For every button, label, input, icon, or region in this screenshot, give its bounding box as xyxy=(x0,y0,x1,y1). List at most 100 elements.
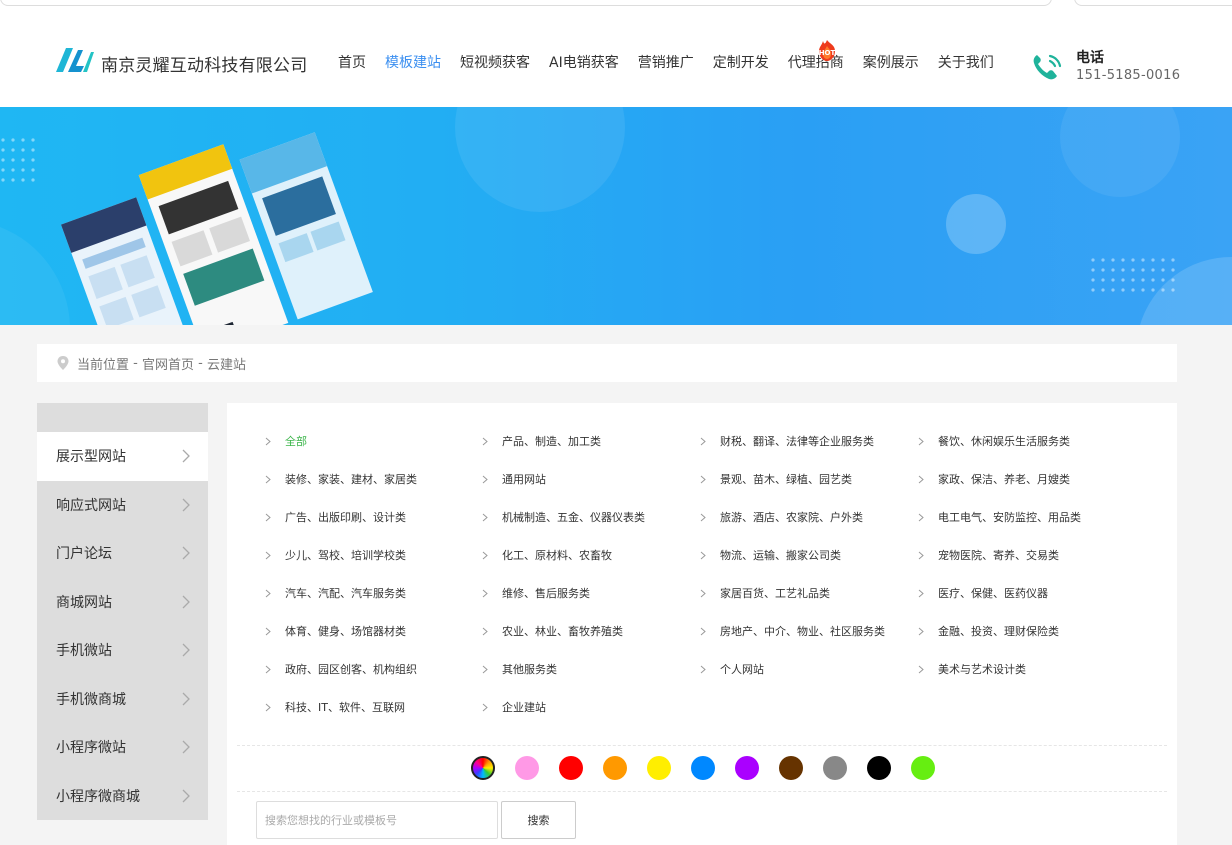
template-filter-panel: 全部 产品、制造、加工类 财税、翻译、法律等企业服务类 餐饮、休闲娱乐生活服务类装修、… xyxy=(227,403,1177,845)
category-filter-item[interactable]: 科技、IT、软件、互联网 xyxy=(265,688,482,726)
category-filter-item[interactable]: 政府、园区创客、机构组织 xyxy=(265,650,482,688)
chevron-right-icon xyxy=(700,589,706,597)
category-label: 美术与艺术设计类 xyxy=(938,663,1026,676)
breadcrumb-home-link[interactable]: 官网首页 xyxy=(142,354,194,373)
nav-custom-dev[interactable]: 定制开发 xyxy=(713,52,769,72)
category-filter-item[interactable]: 旅游、酒店、农家院、户外类 xyxy=(700,498,918,536)
color-swatch-blue[interactable] xyxy=(691,756,715,780)
category-label: 医疗、保健、医药仪器 xyxy=(938,587,1048,600)
category-filter-item[interactable]: 机械制造、五金、仪器仪表类 xyxy=(482,498,700,536)
breadcrumb-separator: - xyxy=(194,355,207,371)
category-filter-item[interactable]: 企业建站 xyxy=(482,688,700,726)
sidebar-item-miniprogram-mall[interactable]: 小程序微商城 xyxy=(37,771,208,820)
chevron-right-icon xyxy=(700,665,706,673)
category-filter-item[interactable]: 少儿、驾校、培训学校类 xyxy=(265,536,482,574)
sidebar-item-miniprogram-site[interactable]: 小程序微站 xyxy=(37,723,208,772)
chevron-right-icon xyxy=(182,546,190,560)
category-filter-item[interactable]: 电工电气、安防监控、用品类 xyxy=(918,498,1145,536)
address-bar xyxy=(0,0,1052,6)
color-swatch-orange[interactable] xyxy=(603,756,627,780)
chevron-right-icon xyxy=(918,627,924,635)
category-filter-item[interactable]: 物流、运输、搬家公司类 xyxy=(700,536,918,574)
category-label: 企业建站 xyxy=(502,701,546,714)
color-swatch-yellow[interactable] xyxy=(647,756,671,780)
category-filter-item[interactable]: 景观、苗木、绿植、园艺类 xyxy=(700,460,918,498)
chevron-right-icon xyxy=(700,627,706,635)
category-filter-item[interactable]: 全部 xyxy=(265,422,482,460)
hot-badge-icon: HOT xyxy=(819,40,836,61)
chevron-right-icon xyxy=(918,589,924,597)
color-swatch-brown[interactable] xyxy=(779,756,803,780)
category-filter-item[interactable]: 其他服务类 xyxy=(482,650,700,688)
category-label: 其他服务类 xyxy=(502,663,557,676)
category-label: 宠物医院、寄养、交易类 xyxy=(938,549,1059,562)
color-swatch-green[interactable] xyxy=(911,756,935,780)
category-filter-item[interactable]: 财税、翻译、法律等企业服务类 xyxy=(700,422,918,460)
sidebar-item-responsive-site[interactable]: 响应式网站 xyxy=(37,480,208,529)
color-swatch-red[interactable] xyxy=(559,756,583,780)
sidebar-item-mobile-micro-mall[interactable]: 手机微商城 xyxy=(37,674,208,723)
color-filter-row xyxy=(471,756,955,780)
category-filter-item[interactable]: 宠物医院、寄养、交易类 xyxy=(918,536,1145,574)
category-filter-item[interactable]: 产品、制造、加工类 xyxy=(482,422,700,460)
color-swatch-gray[interactable] xyxy=(823,756,847,780)
category-label: 维修、售后服务类 xyxy=(502,587,590,600)
category-filter-item[interactable]: 体育、健身、场馆器材类 xyxy=(265,612,482,650)
location-pin-icon xyxy=(57,356,69,370)
breadcrumb-current: 云建站 xyxy=(206,357,246,373)
chevron-right-icon xyxy=(482,475,488,483)
site-header: 南京灵耀互动科技有限公司 首页 模板建站 短视频获客 AI电销获客 营销推广 定… xyxy=(0,8,1232,107)
breadcrumb: 当前位置 - 官网首页 - 云建站 xyxy=(37,344,1177,382)
category-filter-item[interactable]: 美术与艺术设计类 xyxy=(918,650,1145,688)
chevron-right-icon xyxy=(482,589,488,597)
category-filter-item[interactable]: 化工、原材料、农畜牧 xyxy=(482,536,700,574)
category-filter-item[interactable]: 维修、售后服务类 xyxy=(482,574,700,612)
category-label: 农业、林业、畜牧养殖类 xyxy=(502,625,623,638)
category-filter-item[interactable]: 个人网站 xyxy=(700,650,918,688)
color-swatch-pink[interactable] xyxy=(515,756,539,780)
chevron-right-icon xyxy=(482,437,488,445)
color-swatch-purple[interactable] xyxy=(735,756,759,780)
chevron-right-icon xyxy=(265,551,271,559)
category-filter-item[interactable]: 装修、家装、建材、家居类 xyxy=(265,460,482,498)
sidebar-item-label: 门户论坛 xyxy=(56,546,112,563)
category-filter-item[interactable]: 农业、林业、畜牧养殖类 xyxy=(482,612,700,650)
chevron-right-icon xyxy=(182,595,190,609)
chevron-right-icon xyxy=(182,449,190,463)
chevron-right-icon xyxy=(918,475,924,483)
category-label: 汽车、汽配、汽车服务类 xyxy=(285,587,406,600)
category-filter-item[interactable]: 家居百货、工艺礼品类 xyxy=(700,574,918,612)
sidebar-item-mall-site[interactable]: 商城网站 xyxy=(37,577,208,626)
category-sidebar: 展示型网站 响应式网站 门户论坛 商城网站 手机微站 手机微商城 小程序微站 小… xyxy=(37,403,208,820)
category-filter-item[interactable]: 汽车、汽配、汽车服务类 xyxy=(265,574,482,612)
chevron-right-icon xyxy=(482,703,488,711)
category-filter-item[interactable]: 房地产、中介、物业、社区服务类 xyxy=(700,612,918,650)
search-input[interactable] xyxy=(256,801,498,839)
color-swatch-black[interactable] xyxy=(867,756,891,780)
sidebar-item-mobile-microsite[interactable]: 手机微站 xyxy=(37,626,208,675)
phone-number[interactable]: 151-5185-0016 xyxy=(1076,68,1180,83)
category-filter-item[interactable]: 通用网站 xyxy=(482,460,700,498)
sidebar-item-showcase-site[interactable]: 展示型网站 xyxy=(37,432,208,481)
company-name[interactable]: 南京灵耀互动科技有限公司 xyxy=(101,51,307,76)
banner-illustration xyxy=(0,107,1232,325)
nav-about[interactable]: 关于我们 xyxy=(938,52,994,72)
category-filter-item[interactable]: 家政、保洁、养老、月嫂类 xyxy=(918,460,1145,498)
nav-home[interactable]: 首页 xyxy=(338,52,366,72)
category-label: 电工电气、安防监控、用品类 xyxy=(938,511,1081,524)
nav-cases[interactable]: 案例展示 xyxy=(863,52,919,72)
category-label: 全部 xyxy=(285,435,307,448)
nav-template-site[interactable]: 模板建站 xyxy=(385,52,441,72)
nav-short-video[interactable]: 短视频获客 xyxy=(460,52,530,72)
category-filter-item[interactable]: 餐饮、休闲娱乐生活服务类 xyxy=(918,422,1145,460)
nav-marketing[interactable]: 营销推广 xyxy=(638,52,694,72)
category-label: 金融、投资、理财保险类 xyxy=(938,625,1059,638)
company-logo-icon[interactable] xyxy=(54,46,94,74)
color-swatch-all-colors[interactable] xyxy=(471,756,495,780)
category-filter-item[interactable]: 广告、出版印刷、设计类 xyxy=(265,498,482,536)
category-filter-item[interactable]: 金融、投资、理财保险类 xyxy=(918,612,1145,650)
category-filter-item[interactable]: 医疗、保健、医药仪器 xyxy=(918,574,1145,612)
search-button[interactable]: 搜索 xyxy=(501,801,576,839)
nav-ai-telesales[interactable]: AI电销获客 xyxy=(549,52,619,72)
sidebar-item-portal-forum[interactable]: 门户论坛 xyxy=(37,529,208,578)
